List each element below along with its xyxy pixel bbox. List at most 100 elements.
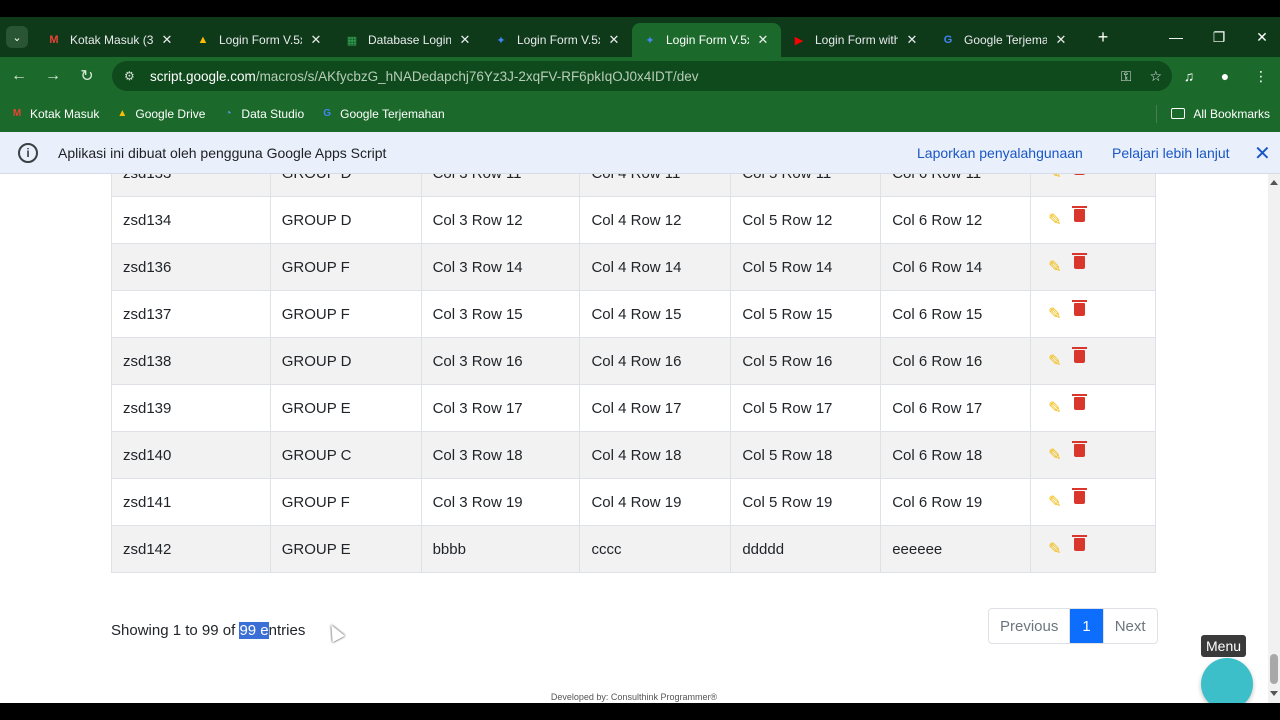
table-cell: Col 4 Row 17 [579, 384, 732, 432]
table-row: zsd133GROUP DCol 3 Row 11Col 4 Row 11Col… [111, 174, 1156, 197]
browser-tab[interactable]: ✦ Login Form V.5x ✕ [483, 23, 632, 57]
table-cell: Col 5 Row 19 [730, 478, 882, 526]
tab-search-button[interactable]: ⌄ [6, 26, 28, 48]
reload-button[interactable]: ↻ [70, 61, 104, 91]
bookmark-star-icon[interactable]: ☆ [1149, 68, 1162, 85]
reload-icon: ↻ [80, 68, 94, 85]
url-path: /macros/s/AKfycbzG_hNADedapchj76Yz3J-2xq… [255, 68, 699, 84]
folder-icon [1171, 108, 1186, 119]
browser-tab[interactable]: G Google Terjemah ✕ [930, 23, 1079, 57]
table-cell: GROUP F [269, 290, 422, 338]
table-cell: zsd137 [111, 290, 271, 338]
password-key-icon[interactable]: ⚿ [1121, 68, 1132, 85]
browser-tab[interactable]: M Kotak Masuk (3) ✕ [36, 23, 185, 57]
previous-page-button[interactable]: Previous [989, 609, 1069, 643]
edit-pencil-icon[interactable]: ✎ [1048, 257, 1061, 277]
table-cell: Col 5 Row 17 [730, 384, 882, 432]
table-cell: Col 3 Row 16 [420, 337, 581, 385]
edit-pencil-icon[interactable]: ✎ [1048, 174, 1061, 183]
tab-close-icon[interactable]: ✕ [904, 32, 920, 48]
tab-label: Login Form V.5x [517, 33, 600, 47]
bookmark-item[interactable]: G Google Terjemahan [320, 107, 444, 121]
delete-trash-icon[interactable] [1071, 206, 1087, 222]
new-tab-button[interactable]: + [1091, 27, 1115, 48]
edit-pencil-icon[interactable]: ✎ [1048, 492, 1061, 512]
table-cell: Col 6 Row 18 [880, 431, 1032, 479]
tab-close-icon[interactable]: ✕ [1053, 32, 1069, 48]
table-cell: zsd134 [111, 196, 271, 244]
tab-close-icon[interactable]: ✕ [457, 32, 473, 48]
browser-tab[interactable]: ▲ Login Form V.5x ✕ [185, 23, 334, 57]
profile-avatar-icon[interactable]: ● [1214, 68, 1236, 84]
tab-close-icon[interactable]: ✕ [159, 32, 175, 48]
chevron-down-icon: ⌄ [12, 31, 22, 44]
media-control-icon[interactable]: ♫ [1178, 68, 1200, 84]
scroll-up-icon[interactable] [1270, 180, 1278, 185]
edit-pencil-icon[interactable]: ✎ [1048, 398, 1061, 418]
restore-icon: ❐ [1212, 28, 1226, 45]
browser-tab[interactable]: ▶ Login Form with ✕ [781, 23, 930, 57]
close-window-button[interactable]: ✕ [1240, 17, 1280, 57]
toolbar: ← → ↻ ⚙ script.google.com/macros/s/AKfyc… [0, 57, 1280, 95]
delete-trash-icon[interactable] [1071, 300, 1087, 316]
bookmark-item[interactable]: M Kotak Masuk [10, 107, 100, 121]
page-1-button[interactable]: 1 [1069, 609, 1103, 643]
edit-pencil-icon[interactable]: ✎ [1048, 210, 1061, 230]
bookmarks-divider [1156, 104, 1158, 123]
browser-tab[interactable]: ✦ Login Form V.5x ✕ [632, 23, 781, 57]
table-cell: Col 3 Row 18 [420, 431, 581, 479]
browser-tab[interactable]: ▦ Database Login ✕ [334, 23, 483, 57]
delete-trash-icon[interactable] [1073, 174, 1085, 175]
edit-pencil-icon[interactable]: ✎ [1048, 539, 1061, 559]
learn-more-link[interactable]: Pelajari lebih lanjut [1112, 145, 1230, 161]
google-drive-icon: ▲ [117, 108, 128, 119]
back-button[interactable]: ← [2, 61, 36, 91]
edit-pencil-icon[interactable]: ✎ [1048, 445, 1061, 465]
row-actions: ✎ [1030, 525, 1156, 573]
bookmark-item[interactable]: ◔ Data Studio [221, 107, 304, 121]
row-actions: ✎ [1030, 196, 1156, 244]
bookmark-label: Data Studio [241, 106, 305, 121]
table-cell: Col 4 Row 19 [579, 478, 732, 526]
delete-trash-icon[interactable] [1071, 347, 1087, 363]
bookmark-list: M Kotak Masuk ▲ Google Drive ◔ Data Studio G Go… [10, 107, 445, 121]
mouse-cursor [325, 621, 345, 643]
site-settings-icon[interactable]: ⚙ [124, 69, 140, 83]
all-bookmarks-button[interactable]: All Bookmarks [1156, 95, 1270, 132]
delete-trash-icon[interactable] [1071, 488, 1087, 504]
delete-trash-icon[interactable] [1071, 441, 1087, 457]
table-cell: Col 5 Row 12 [730, 196, 882, 244]
restore-button[interactable]: ❐ [1197, 17, 1241, 57]
tab-close-icon[interactable]: ✕ [606, 32, 622, 48]
close-infobar-icon[interactable]: ✕ [1254, 141, 1271, 166]
scrollbar-thumb[interactable] [1270, 654, 1278, 684]
table-cell: Col 4 Row 11 [579, 174, 732, 197]
tab-close-icon[interactable]: ✕ [308, 32, 324, 48]
edit-pencil-icon[interactable]: ✎ [1048, 351, 1061, 371]
more-menu-icon[interactable]: ⋮ [1250, 68, 1272, 85]
youtube-icon: ▶ [794, 34, 804, 47]
menu-fab-button[interactable] [1201, 658, 1253, 703]
delete-trash-icon[interactable] [1071, 253, 1087, 269]
table-cell: GROUP F [269, 243, 422, 291]
address-bar[interactable]: ⚙ script.google.com/macros/s/AKfycbzG_hN… [112, 61, 1172, 91]
report-abuse-link[interactable]: Laporkan penyalahgunaan [917, 145, 1083, 161]
table-cell: Col 5 Row 14 [730, 243, 882, 291]
table-row: zsd142 GROUP Ebbbb cccc ddddd eeeeee ✎ [111, 525, 1156, 573]
bookmark-item[interactable]: ▲ Google Drive [115, 107, 205, 121]
scroll-down-icon[interactable] [1270, 691, 1278, 696]
row-actions: ✎ [1030, 337, 1156, 385]
edit-pencil-icon[interactable]: ✎ [1048, 304, 1061, 324]
table-cell: bbbb [420, 525, 581, 573]
table-cell: GROUP C [269, 431, 422, 479]
next-page-button[interactable]: Next [1102, 609, 1157, 643]
table-row: zsd139 GROUP E Col 3 Row 17 Col 4 Row 17 Col… [111, 384, 1156, 432]
delete-trash-icon[interactable] [1071, 394, 1087, 410]
browser-window: ⌄ M Kotak Masuk (3) ✕ ▲ Login Form V.5x ✕ ▦ Dat… [0, 17, 1280, 703]
forward-button[interactable]: → [36, 61, 70, 91]
scrollbar[interactable] [1268, 174, 1280, 703]
table-cell: Col 4 Row 14 [579, 243, 732, 291]
delete-trash-icon[interactable] [1071, 535, 1087, 551]
minimize-button[interactable]: — [1154, 17, 1198, 57]
tab-close-icon[interactable]: ✕ [755, 32, 771, 48]
